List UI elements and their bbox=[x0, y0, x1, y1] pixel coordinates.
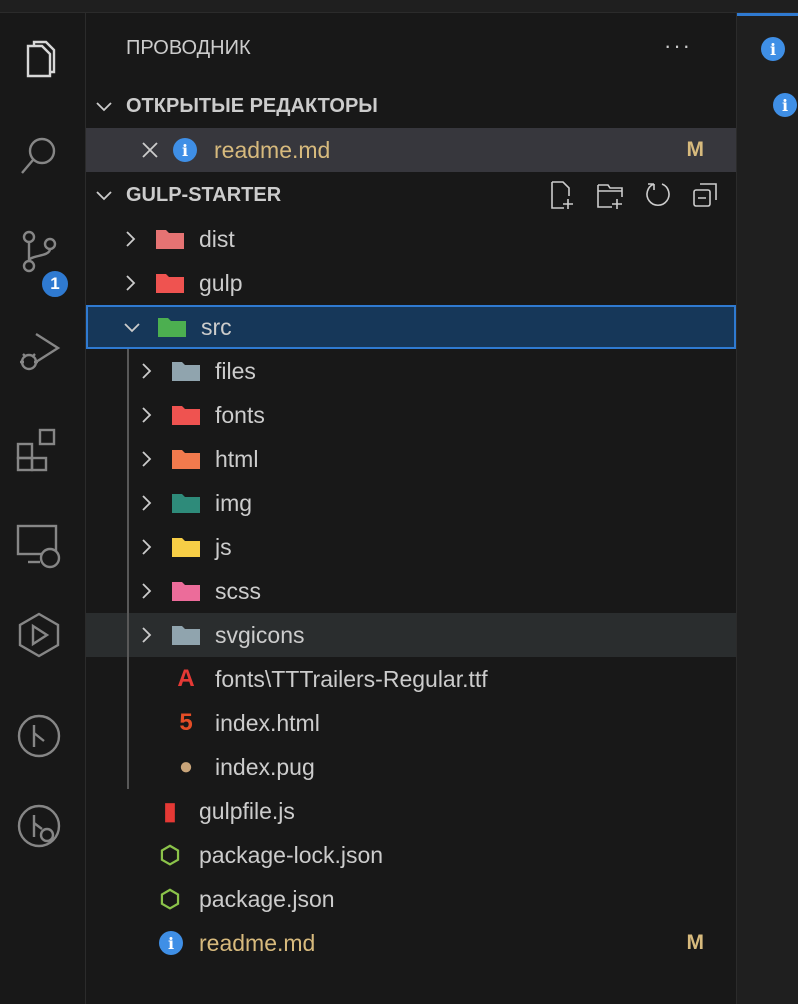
more-actions-button[interactable]: ··· bbox=[664, 33, 692, 59]
folder-icon bbox=[172, 621, 200, 649]
indent-guide bbox=[127, 349, 129, 789]
extensions-icon[interactable] bbox=[13, 423, 65, 475]
new-folder-icon[interactable] bbox=[594, 179, 626, 211]
file-item-fonts-tttrailers-regular-ttf[interactable]: Afonts\TTTrailers-Regular.ttf bbox=[86, 657, 736, 701]
folder-item-dist[interactable]: dist bbox=[86, 217, 736, 261]
collapse-all-icon[interactable] bbox=[690, 179, 722, 211]
gitlens-icon[interactable] bbox=[13, 800, 65, 852]
folder-item-src[interactable]: src bbox=[86, 305, 736, 349]
folder-dist-icon bbox=[156, 225, 184, 253]
chevron-right-icon[interactable] bbox=[136, 405, 156, 425]
info-icon[interactable]: i bbox=[761, 37, 785, 61]
folder-item-gulp[interactable]: gulp bbox=[86, 261, 736, 305]
folder-html-icon bbox=[172, 445, 200, 473]
nodejs-icon: ⬡ bbox=[159, 885, 181, 913]
info-icon: i bbox=[173, 138, 197, 162]
folder-js-icon bbox=[172, 533, 200, 561]
file-item-index-pug[interactable]: ● index.pug bbox=[86, 745, 736, 789]
item-label: img bbox=[215, 489, 253, 516]
folder-item-html[interactable]: html bbox=[86, 437, 736, 481]
live-share-icon[interactable] bbox=[13, 609, 65, 661]
folder-item-fonts[interactable]: fonts bbox=[86, 393, 736, 437]
workspace-header[interactable]: GULP-STARTER bbox=[86, 173, 736, 217]
chevron-down-icon[interactable] bbox=[122, 317, 142, 337]
open-editors-title: ОТКРЫТЫЕ РЕДАКТОРЫ bbox=[126, 94, 378, 117]
refresh-icon[interactable] bbox=[642, 179, 674, 211]
folder-fonts-icon bbox=[172, 401, 200, 429]
folder-item-svgicons[interactable]: svgicons bbox=[86, 613, 736, 657]
modified-badge: M bbox=[686, 138, 705, 161]
remote-explorer-icon[interactable] bbox=[13, 519, 65, 571]
source-control-badge: 1 bbox=[40, 269, 70, 299]
folder-images-icon bbox=[172, 489, 200, 517]
modified-badge: M bbox=[686, 931, 705, 954]
chevron-right-icon[interactable] bbox=[136, 361, 156, 381]
explorer-sidebar: ПРОВОДНИК ··· ОТКРЫТЫЕ РЕДАКТОРЫ i readm… bbox=[86, 13, 737, 1004]
item-label: gulpfile.js bbox=[199, 797, 295, 824]
item-label: js bbox=[215, 533, 232, 560]
folder-icon bbox=[172, 357, 200, 385]
item-label: index.pug bbox=[215, 753, 315, 780]
file-item-gulpfile-js[interactable]: ▮ gulpfile.js bbox=[86, 789, 736, 833]
gulp-icon: ▮ bbox=[163, 797, 177, 825]
open-editor-label: readme.md bbox=[214, 136, 331, 163]
activity-bar: 1 bbox=[0, 13, 86, 1004]
folder-item-js[interactable]: js bbox=[86, 525, 736, 569]
chevron-right-icon[interactable] bbox=[120, 229, 140, 249]
item-label: fonts bbox=[215, 401, 265, 428]
chevron-right-icon[interactable] bbox=[136, 493, 156, 513]
item-label: readme.md bbox=[199, 929, 316, 956]
item-label: package-lock.json bbox=[199, 841, 384, 868]
open-editor-item[interactable]: i readme.md M bbox=[86, 128, 736, 172]
folder-sass-icon bbox=[172, 577, 200, 605]
item-label: svgicons bbox=[215, 621, 305, 648]
folder-item-scss[interactable]: scss bbox=[86, 569, 736, 613]
item-label: dist bbox=[199, 225, 235, 252]
run-debug-icon[interactable] bbox=[13, 325, 65, 377]
html5-icon: 5 bbox=[179, 709, 193, 736]
open-editors-header[interactable]: ОТКРЫТЫЕ РЕДАКТОРЫ bbox=[86, 84, 736, 128]
chevron-right-icon[interactable] bbox=[136, 625, 156, 645]
item-label: scss bbox=[215, 577, 261, 604]
new-file-icon[interactable] bbox=[546, 179, 578, 211]
info-icon: i bbox=[159, 931, 183, 955]
file-item-readme-md[interactable]: i readme.md M bbox=[86, 921, 736, 965]
item-label: files bbox=[215, 357, 256, 384]
item-label: html bbox=[215, 445, 259, 472]
item-label: index.html bbox=[215, 709, 320, 736]
folder-src-icon bbox=[158, 313, 186, 341]
close-icon[interactable] bbox=[140, 140, 160, 160]
font-file-icon: A bbox=[177, 665, 195, 692]
item-label: src bbox=[201, 313, 232, 340]
editor-area: i i bbox=[737, 13, 798, 1004]
item-label: fonts\TTTrailers-Regular.ttf bbox=[215, 665, 488, 692]
pug-icon: ● bbox=[178, 753, 194, 780]
nodejs-icon: ⬡ bbox=[159, 841, 181, 869]
chevron-right-icon[interactable] bbox=[120, 273, 140, 293]
folder-item-img[interactable]: img bbox=[86, 481, 736, 525]
item-label: gulp bbox=[199, 269, 243, 296]
chevron-right-icon[interactable] bbox=[136, 537, 156, 557]
item-label: package.json bbox=[199, 885, 335, 912]
explorer-title: ПРОВОДНИК bbox=[126, 37, 251, 59]
git-graph-icon[interactable] bbox=[13, 710, 65, 762]
title-bar bbox=[0, 0, 798, 13]
chevron-right-icon[interactable] bbox=[136, 581, 156, 601]
info-icon: i bbox=[773, 93, 797, 117]
active-tab-indicator bbox=[737, 13, 798, 16]
chevron-down-icon bbox=[94, 185, 114, 205]
file-item-package-json[interactable]: ⬡ package.json bbox=[86, 877, 736, 921]
workspace-title: GULP-STARTER bbox=[126, 183, 282, 206]
chevron-down-icon bbox=[94, 96, 114, 116]
file-item-package-lock-json[interactable]: ⬡ package-lock.json bbox=[86, 833, 736, 877]
chevron-right-icon[interactable] bbox=[136, 449, 156, 469]
explorer-icon[interactable] bbox=[13, 35, 65, 87]
folder-gulp-icon bbox=[156, 269, 184, 297]
folder-item-files[interactable]: files bbox=[86, 349, 736, 393]
search-icon[interactable] bbox=[13, 130, 65, 182]
file-item-index-html[interactable]: 5 index.html bbox=[86, 701, 736, 745]
